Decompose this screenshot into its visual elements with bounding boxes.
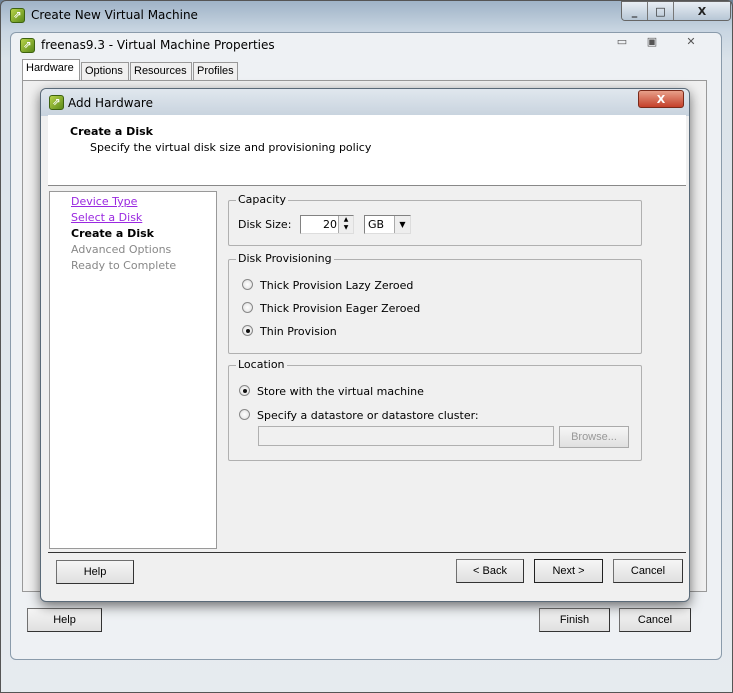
thick-eager-label[interactable]: Thick Provision Eager Zeroed — [260, 302, 420, 315]
thick-lazy-radio[interactable] — [242, 279, 253, 290]
disk-size-label: Disk Size: — [238, 218, 292, 231]
spinner-arrows-icon[interactable]: ▲ ▼ — [338, 216, 353, 233]
add-hardware-dialog: ⇗ Add Hardware X Create a Disk Specify t… — [40, 88, 690, 602]
properties-title: freenas9.3 - Virtual Machine Properties — [41, 38, 275, 52]
disk-size-stepper[interactable]: 20 ▲ ▼ — [300, 215, 354, 234]
maximize-button[interactable]: ▣ — [641, 35, 663, 48]
vsphere-logo-icon: ⇗ — [20, 38, 35, 53]
thick-lazy-label[interactable]: Thick Provision Lazy Zeroed — [260, 279, 413, 292]
capacity-group: Capacity Disk Size: 20 ▲ ▼ GB ▼ — [228, 193, 642, 246]
capacity-legend: Capacity — [236, 193, 289, 206]
tab-hardware[interactable]: Hardware — [22, 59, 80, 81]
minimize-button[interactable]: ▭ — [611, 35, 633, 48]
close-button[interactable]: ✕ — [671, 35, 711, 48]
window-controls: _ □ X — [621, 1, 731, 21]
disk-size-value: 20 — [323, 218, 337, 231]
tab-options[interactable]: Options — [81, 62, 129, 81]
provisioning-legend: Disk Provisioning — [236, 252, 334, 265]
thick-eager-radio[interactable] — [242, 302, 253, 313]
location-legend: Location — [236, 358, 287, 371]
finish-button[interactable]: Finish — [539, 608, 610, 632]
window-title: Create New Virtual Machine — [31, 8, 198, 22]
datastore-input[interactable] — [258, 426, 554, 446]
minimize-button[interactable]: _ — [622, 2, 648, 20]
vsphere-logo-icon: ⇗ — [49, 95, 64, 110]
thin-provision-radio[interactable] — [242, 325, 253, 336]
dialog-title: Add Hardware — [68, 96, 153, 110]
dialog-cancel-button[interactable]: Cancel — [613, 559, 683, 583]
properties-window-controls: ▭ ▣ ✕ — [611, 35, 711, 48]
step-device-type[interactable]: Device Type — [71, 195, 137, 208]
header-title: Create a Disk — [70, 125, 153, 138]
tab-profiles[interactable]: Profiles — [193, 62, 238, 81]
footer-divider — [48, 552, 686, 553]
dialog-help-button[interactable]: Help — [56, 560, 134, 584]
browse-button[interactable]: Browse... — [559, 426, 629, 448]
wizard-steps: Device Type Select a Disk Create a Disk … — [49, 191, 217, 549]
store-with-vm-radio[interactable] — [239, 385, 250, 396]
unit-value: GB — [368, 218, 385, 231]
wizard-header: Create a Disk Specify the virtual disk s… — [48, 115, 686, 186]
properties-help-button[interactable]: Help — [27, 608, 102, 632]
unit-select[interactable]: GB ▼ — [364, 215, 411, 234]
store-with-vm-label[interactable]: Store with the virtual machine — [257, 385, 424, 398]
specify-datastore-label[interactable]: Specify a datastore or datastore cluster… — [257, 409, 479, 422]
disk-provisioning-group: Disk Provisioning Thick Provision Lazy Z… — [228, 252, 642, 354]
specify-datastore-radio[interactable] — [239, 409, 250, 420]
header-subtitle: Specify the virtual disk size and provis… — [90, 141, 372, 154]
vsphere-logo-icon: ⇗ — [10, 8, 25, 23]
close-button[interactable]: X — [674, 2, 730, 20]
dialog-close-button[interactable]: X — [638, 90, 684, 108]
step-advanced-options: Advanced Options — [71, 243, 172, 256]
step-select-a-disk[interactable]: Select a Disk — [71, 211, 142, 224]
step-create-a-disk: Create a Disk — [71, 227, 154, 240]
back-button[interactable]: < Back — [456, 559, 524, 583]
thin-provision-label[interactable]: Thin Provision — [260, 325, 337, 338]
properties-cancel-button[interactable]: Cancel — [619, 608, 691, 632]
location-group: Location Store with the virtual machine … — [228, 358, 642, 461]
tab-resources[interactable]: Resources — [130, 62, 192, 81]
next-button[interactable]: Next > — [534, 559, 603, 583]
step-ready-to-complete: Ready to Complete — [71, 259, 177, 272]
chevron-down-icon[interactable]: ▼ — [394, 216, 410, 233]
maximize-button[interactable]: □ — [648, 2, 674, 20]
